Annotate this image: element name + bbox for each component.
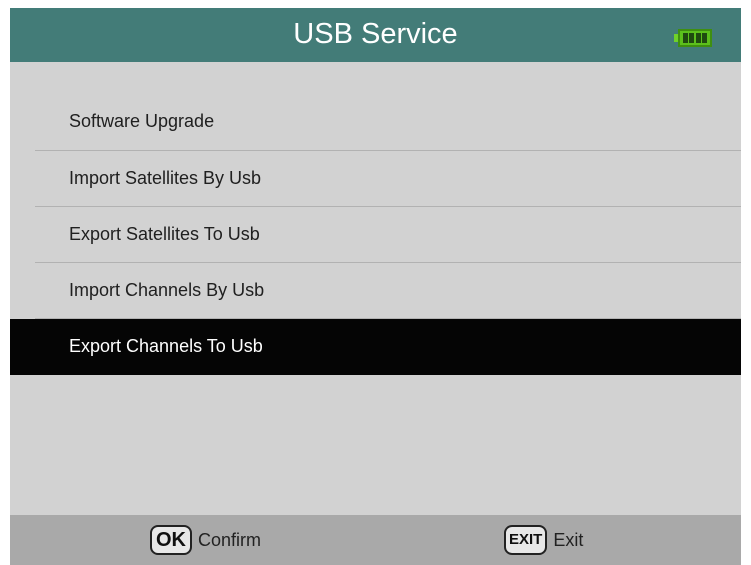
battery-cell [702,33,708,43]
battery-cell [695,33,701,43]
header-bar: USB Service [10,8,741,62]
ok-key-icon: OK [150,525,192,555]
menu-item-label: Software Upgrade [69,111,215,131]
usb-menu-list: Software Upgrade Import Satellites By Us… [10,94,741,375]
usb-service-screen: USB Service Software Upgrade Import Sate… [10,8,741,565]
confirm-action[interactable]: OK Confirm [150,515,261,565]
menu-item-label: Import Satellites By Usb [69,168,262,188]
menu-item-label: Export Channels To Usb [69,336,263,356]
menu-item-import-satellites[interactable]: Import Satellites By Usb [10,151,741,207]
battery-full-icon [674,29,712,47]
menu-item-export-channels[interactable]: Export Channels To Usb [10,319,741,375]
battery-cell [689,33,695,43]
page-title: USB Service [293,18,458,50]
footer-bar: OK Confirm EXIT Exit [10,515,741,565]
exit-action[interactable]: EXIT Exit [504,515,583,565]
menu-item-export-satellites[interactable]: Export Satellites To Usb [10,207,741,263]
battery-cell [682,33,688,43]
exit-label: Exit [553,529,584,550]
menu-item-label: Import Channels By Usb [69,280,265,300]
menu-item-import-channels[interactable]: Import Channels By Usb [10,263,741,319]
menu-item-label: Export Satellites To Usb [69,224,260,244]
battery-body [678,29,712,47]
menu-item-software-upgrade[interactable]: Software Upgrade [10,94,741,151]
confirm-label: Confirm [198,529,262,550]
exit-key-icon: EXIT [504,525,548,555]
